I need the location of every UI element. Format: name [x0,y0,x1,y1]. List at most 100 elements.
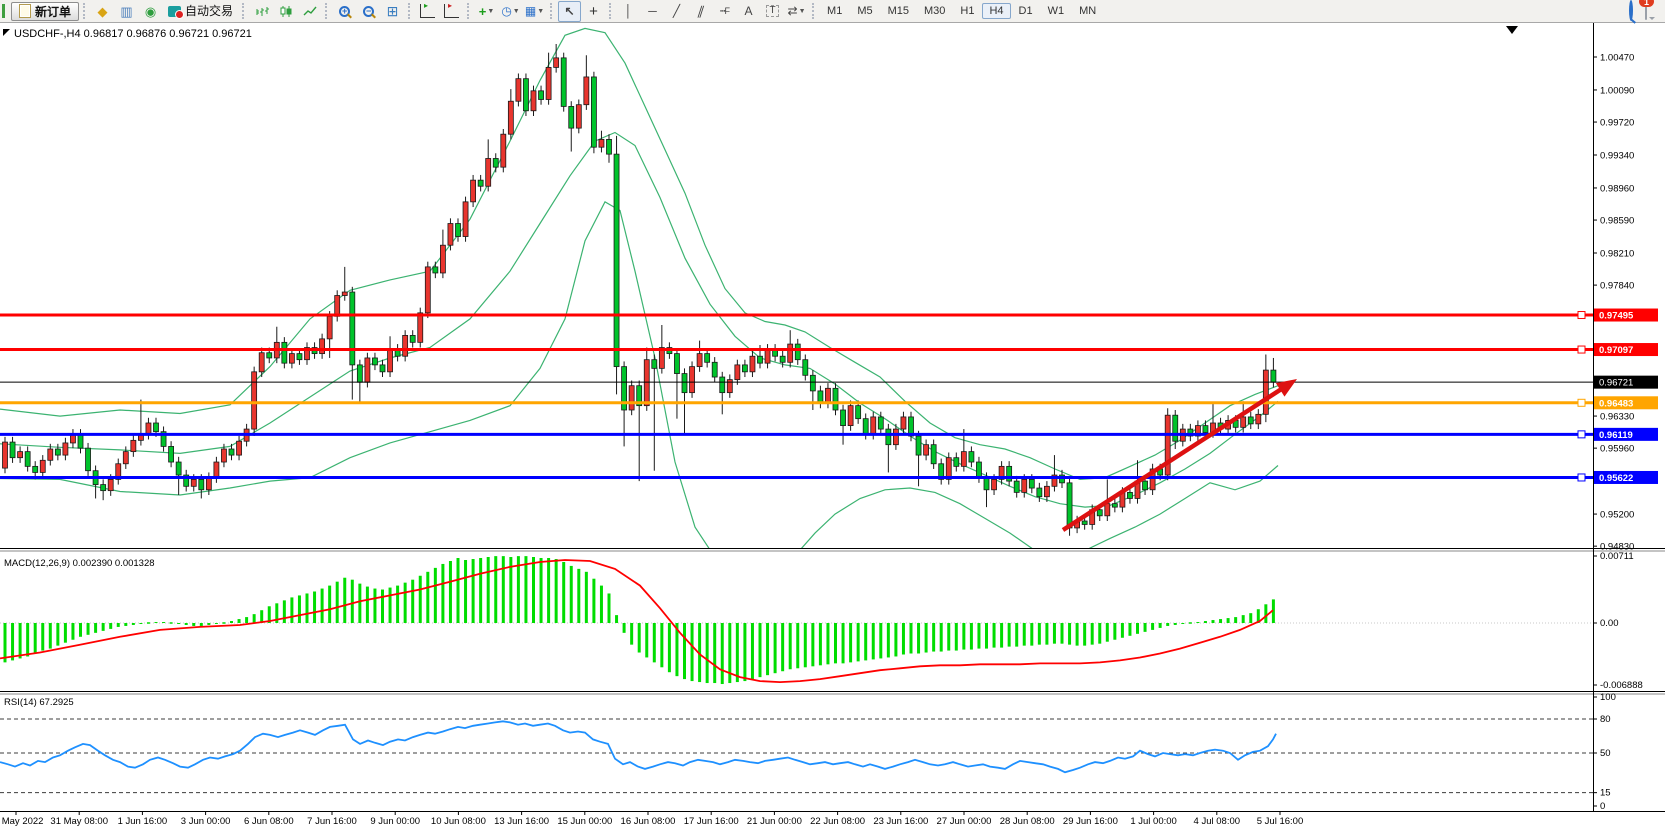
candlestick-button[interactable] [274,1,297,22]
macd-axis-label: 0.00 [1600,618,1619,629]
candle [652,360,657,369]
candle [335,296,340,317]
toolbar-grip[interactable] [609,3,613,19]
market-watch-icon[interactable]: ◆ [91,1,114,22]
crosshair-button[interactable]: + [582,1,605,22]
horizontal-line-button[interactable]: ─ [641,1,664,22]
time-axis-label: 28 Jun 08:00 [1000,816,1055,827]
price-badge-label: 0.96483 [1599,398,1633,409]
candle [742,365,747,372]
label-button[interactable]: T [761,1,784,22]
line-tools-group: │ ─ ╱ ∥ ┅F A T ⇄▼ [617,1,808,22]
vertical-line-button[interactable]: │ [617,1,640,22]
toolbar-grip[interactable] [408,3,412,19]
chevron-down-icon: ▼ [799,8,806,15]
chart-shift-button[interactable]: ▸ [440,1,463,22]
alerts-icon[interactable]: ◉ [139,1,162,22]
indicators-button[interactable]: +▼ [475,1,498,22]
timeframe-d1[interactable]: D1 [1012,3,1040,19]
search-button[interactable] [1629,2,1633,20]
bar-chart-button[interactable] [250,1,273,22]
hline-handle[interactable] [1578,399,1585,406]
candle [569,106,574,128]
candle [478,180,483,186]
toolbar-grip[interactable] [467,3,471,19]
hline-handle[interactable] [1578,312,1585,319]
hline-handle[interactable] [1578,346,1585,353]
symbol-quote-label: USDCHF-,H4 0.96817 0.96876 0.96721 0.967… [14,28,252,40]
candle [508,101,513,134]
zoom-out-button[interactable]: − [357,1,380,22]
price-badge-label: 0.96119 [1599,430,1633,441]
candle [1029,479,1034,488]
candle [40,460,45,472]
timeframe-m5[interactable]: M5 [850,3,879,19]
candle [931,445,936,464]
arrows-button[interactable]: ⇄▼ [785,1,808,22]
chart-shift-marker[interactable] [1506,26,1518,34]
toolbar-grip[interactable] [550,3,554,19]
new-order-button[interactable]: 新订单 [11,2,79,21]
auto-trading-button[interactable]: 自动交易 [163,1,238,22]
timeframe-h4[interactable]: H4 [982,3,1010,19]
candle [425,267,430,313]
timeframe-m15[interactable]: M15 [881,3,916,19]
label-icon: T [766,5,778,17]
candle [727,380,732,393]
auto-scroll-button[interactable]: ▸ [416,1,439,22]
clipped-icon [2,4,5,18]
line-chart-button[interactable] [298,1,321,22]
candle [18,452,23,458]
clock-icon: ◷ [501,5,511,17]
candle [350,292,355,365]
candlestick-icon [279,5,293,18]
toolbar-grip[interactable] [83,3,87,19]
candle [901,417,906,429]
candle [282,342,287,363]
candle [214,462,219,478]
scroll-group: ▸ ▸ [416,1,463,22]
candle [531,91,536,111]
rsi-axis-label: 50 [1600,748,1611,759]
templates-button[interactable]: ▦▼ [523,1,546,22]
periods-button[interactable]: ◷▼ [499,1,522,22]
trend-arrow[interactable] [1063,386,1287,530]
timeframe-h1[interactable]: H1 [953,3,981,19]
profiles-icon[interactable]: ▥ [115,1,138,22]
timeframe-m30[interactable]: M30 [917,3,952,19]
timeframe-mn[interactable]: MN [1072,3,1103,19]
chart-canvas[interactable]: USDCHF-,H4 0.96817 0.96876 0.96721 0.967… [0,0,1665,833]
time-axis-label: 1 Jul 00:00 [1130,816,1176,827]
rsi-axis-label: 15 [1600,788,1611,799]
trendline-button[interactable]: ╱ [665,1,688,22]
time-axis-label: 23 Jun 16:00 [873,816,928,827]
toolbar-grip[interactable] [325,3,329,19]
channel-button[interactable]: ∥ [689,1,712,22]
candle [591,77,596,147]
candle [924,445,929,455]
toolbar-grip[interactable] [242,3,246,19]
toolbar-grip[interactable] [812,3,816,19]
candle [3,442,8,468]
price-tick-label: 0.95960 [1600,444,1634,455]
hline-handle[interactable] [1578,431,1585,438]
candle [1014,481,1019,492]
zoom-in-button[interactable]: + [333,1,356,22]
candle [546,67,551,99]
candle [1173,415,1178,441]
time-axis-label: 5 Jul 16:00 [1257,816,1303,827]
symbol-menu-icon[interactable] [3,29,10,36]
timeframe-w1[interactable]: W1 [1041,3,1072,19]
timeframe-m1[interactable]: M1 [820,3,849,19]
notifications-button[interactable]: 1 [1645,2,1647,20]
text-button[interactable]: A [737,1,760,22]
candle [486,158,491,186]
time-axis-label: 29 Jun 16:00 [1063,816,1118,827]
cursor-button[interactable]: ↖ [558,1,581,22]
candle [169,446,174,462]
chevron-down-icon: ▼ [513,8,520,15]
fibonacci-button[interactable]: ┅F [713,1,736,22]
tile-windows-button[interactable]: ⊞ [381,1,404,22]
hline-handle[interactable] [1578,474,1585,481]
candle [372,358,377,365]
